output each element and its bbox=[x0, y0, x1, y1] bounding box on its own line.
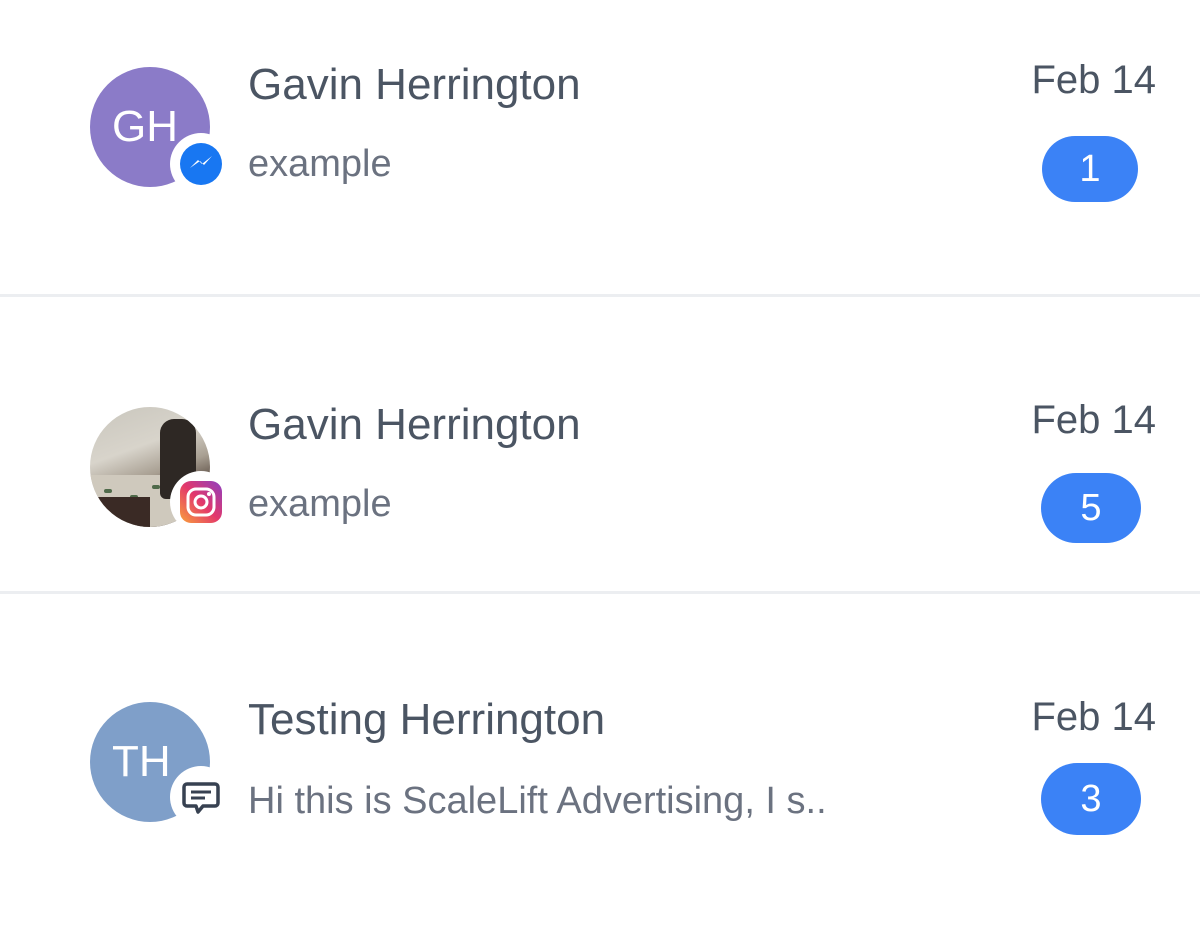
conversation-row[interactable]: TH Testing Herrington Hi this is ScaleLi… bbox=[0, 594, 1200, 948]
message-preview: Hi this is ScaleLift Advertising, I s.. bbox=[248, 780, 827, 822]
message-date: Feb 14 bbox=[1031, 58, 1156, 102]
unread-count-badge: 1 bbox=[1042, 136, 1138, 202]
unread-count-badge: 5 bbox=[1041, 473, 1141, 543]
contact-name: Testing Herrington bbox=[248, 695, 606, 744]
message-date: Feb 14 bbox=[1031, 398, 1156, 442]
message-date: Feb 14 bbox=[1031, 695, 1156, 739]
photo-foreground-shape bbox=[90, 497, 150, 527]
unread-count-badge: 3 bbox=[1041, 763, 1141, 835]
conversation-list: GH Gavin Herrington example Feb 14 1 Gav… bbox=[0, 0, 1200, 948]
message-preview: example bbox=[248, 483, 392, 525]
messenger-icon bbox=[170, 133, 232, 195]
contact-name: Gavin Herrington bbox=[248, 60, 581, 109]
conversation-row[interactable]: Gavin Herrington example Feb 14 5 bbox=[0, 297, 1200, 594]
message-preview: example bbox=[248, 143, 392, 185]
avatar-initials: TH bbox=[112, 737, 171, 786]
contact-name: Gavin Herrington bbox=[248, 400, 581, 449]
instagram-icon bbox=[170, 471, 232, 533]
conversation-row[interactable]: GH Gavin Herrington example Feb 14 1 bbox=[0, 0, 1200, 297]
avatar-initials: GH bbox=[112, 102, 178, 151]
sms-chat-icon bbox=[170, 766, 232, 828]
